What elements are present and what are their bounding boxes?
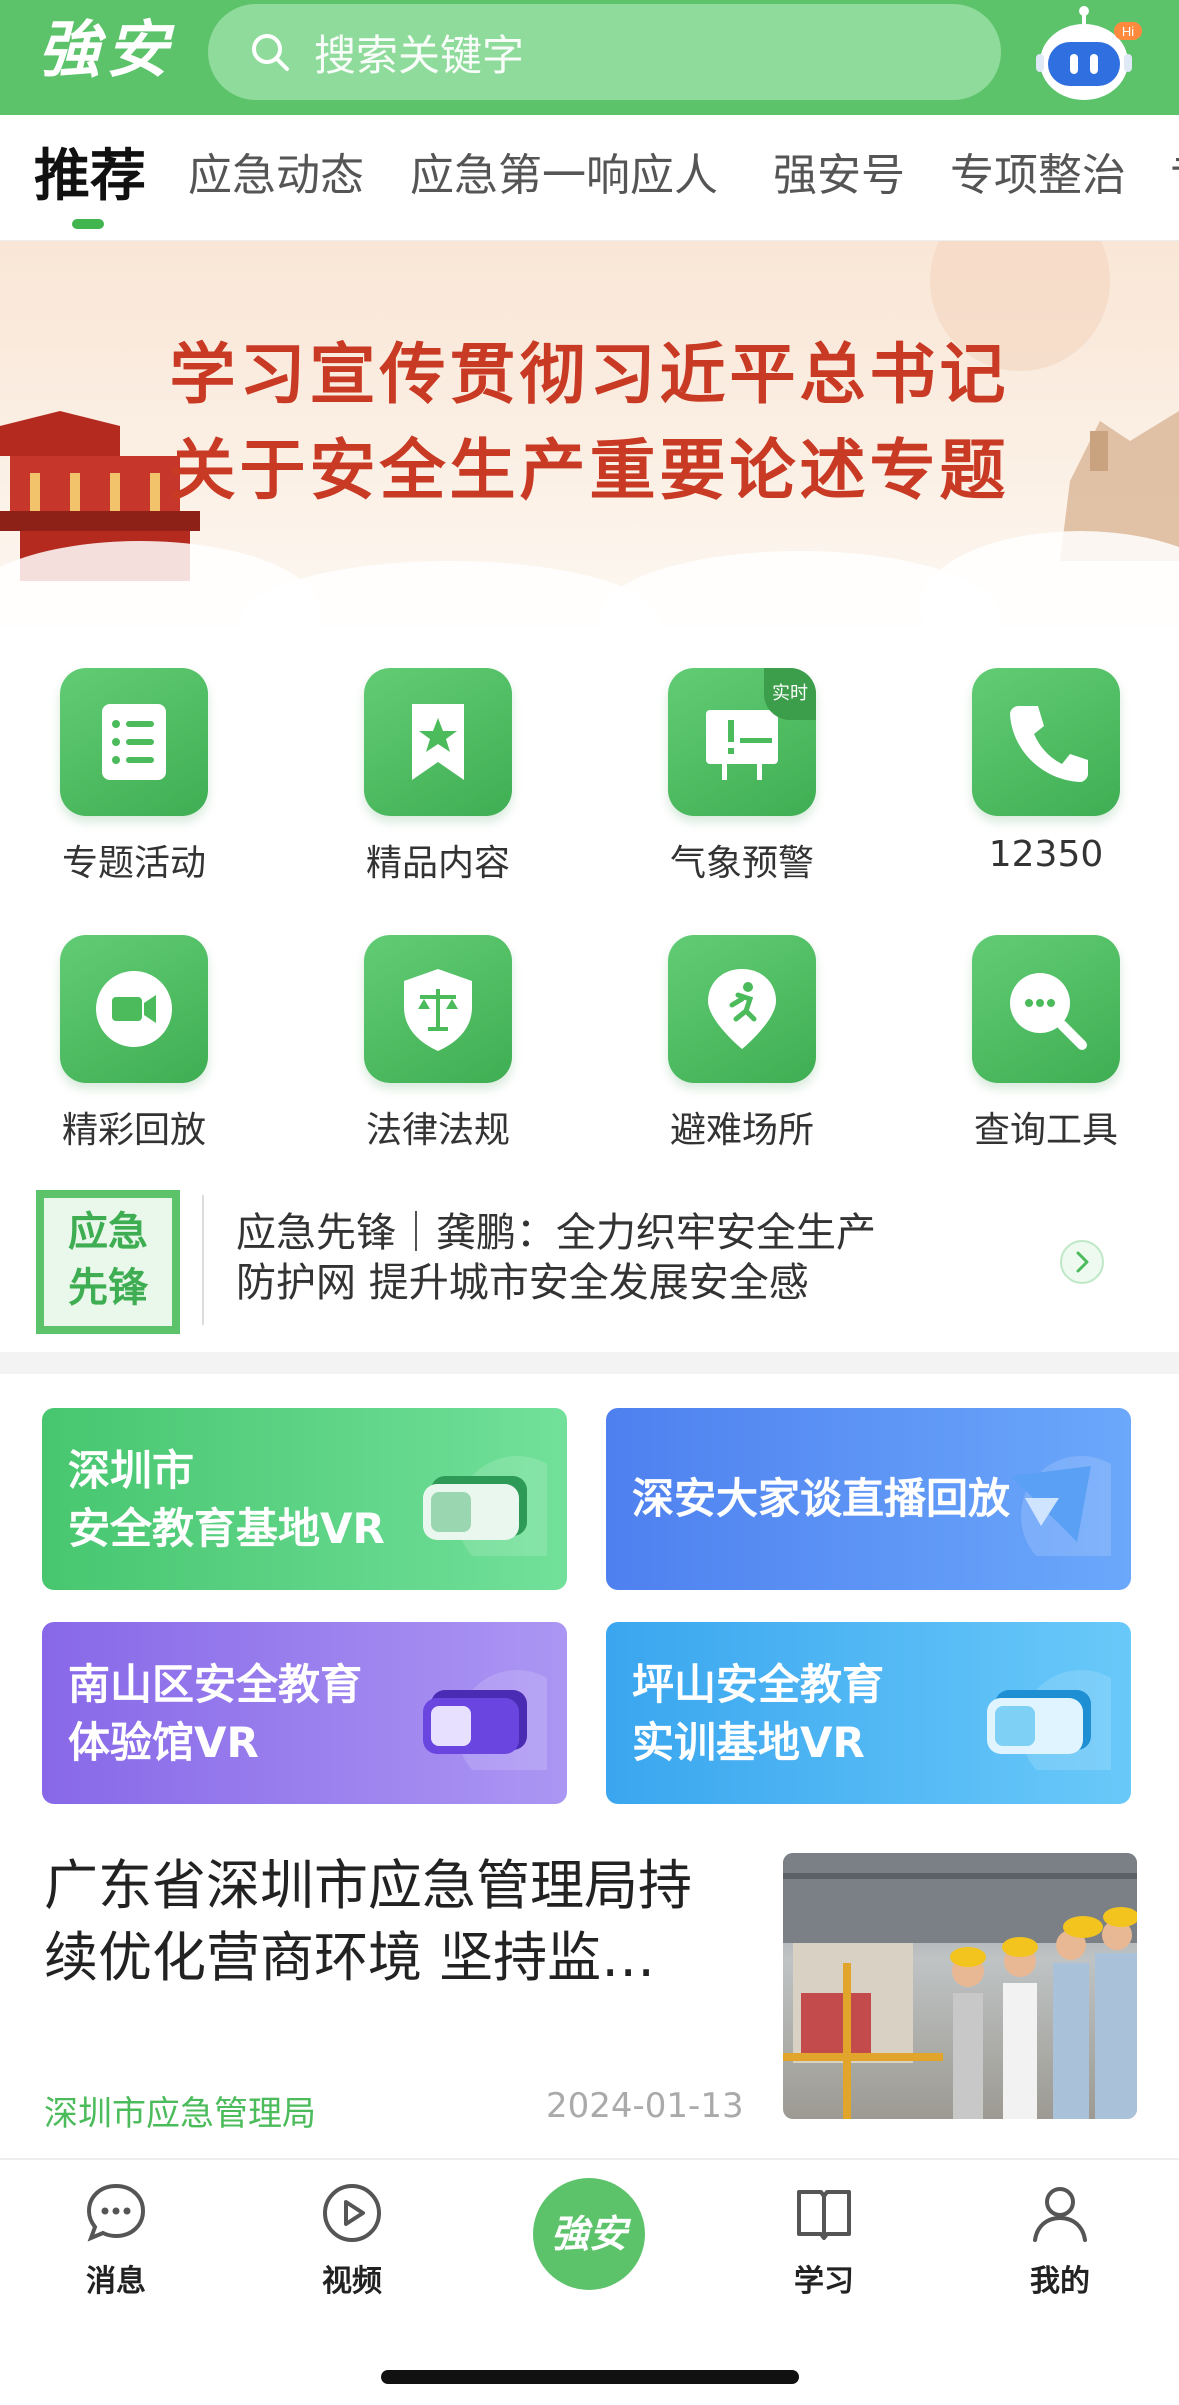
card-line1: 深圳市 — [68, 1446, 195, 1495]
nav-messages[interactable]: 消息 — [36, 2180, 196, 2300]
grid-weather-warning[interactable]: 实时 气象预警 — [638, 668, 818, 888]
robot-badge: Hi — [1122, 24, 1134, 39]
nav-label: 视频 — [322, 2264, 382, 2299]
nav-label: 我的 — [1030, 2264, 1090, 2299]
top-bar: 強安 搜索关键字 Hi — [0, 0, 1179, 115]
nav-label: 学习 — [794, 2264, 854, 2299]
list-doc-icon — [60, 668, 208, 816]
user-icon — [1033, 2187, 1087, 2242]
replay-icon — [1011, 1456, 1111, 1556]
card-line1: 深安大家谈直播回放 — [632, 1474, 1011, 1523]
location-run-icon — [668, 935, 816, 1083]
article-title[interactable]: 广东省深圳市应急管理局持 续优化营商环境 坚持监… — [44, 1850, 760, 1994]
section-separator — [0, 1352, 1179, 1374]
robot-assistant-icon[interactable]: Hi — [1034, 4, 1144, 104]
grid-label: 气象预警 — [669, 843, 814, 884]
home-indicator — [381, 2370, 799, 2384]
grid-shelters[interactable]: 避难场所 — [638, 935, 818, 1155]
video-camera-icon — [60, 935, 208, 1083]
article-title-line1: 广东省深圳市应急管理局持 — [44, 1854, 692, 1917]
card-line2: 体验馆VR — [68, 1718, 259, 1767]
ticker-line1: 应急先锋｜龚鹏：全力织牢安全生产 — [236, 1210, 876, 1256]
card-line2: 安全教育基地VR — [68, 1504, 385, 1553]
article-thumbnail[interactable] — [783, 1853, 1137, 2119]
phone-icon — [972, 668, 1120, 816]
grid-label: 精彩回放 — [61, 1110, 206, 1151]
ticker-divider — [202, 1195, 204, 1325]
app-logo[interactable]: 強安 — [38, 12, 174, 88]
play-circle-icon — [323, 2184, 381, 2242]
shield-scale-icon — [364, 935, 512, 1083]
topic-banner[interactable]: 学习宣传贯彻习近平总书记 关于安全生产重要论述专题 — [0, 241, 1179, 626]
tab-overflow[interactable]: 专 — [1170, 139, 1179, 203]
inspection-photo — [783, 1853, 1137, 2119]
grid-label: 法律法规 — [365, 1110, 510, 1151]
card-line1: 坪山安全教育 — [632, 1660, 885, 1709]
vr-headset-icon — [423, 1456, 547, 1556]
vr-headset-icon — [423, 1670, 547, 1770]
pioneer-badge: 应急 先锋 — [36, 1190, 180, 1334]
vr-headset-icon — [987, 1670, 1111, 1770]
active-tab-indicator — [72, 219, 104, 229]
card-pingshan-vr[interactable]: 坪山安全教育 实训基地VR — [606, 1622, 1131, 1804]
grid-label: 查询工具 — [973, 1110, 1118, 1151]
grid-laws[interactable]: 法律法规 — [334, 935, 514, 1155]
article-source[interactable]: 深圳市应急管理局 — [44, 2086, 316, 2135]
tab-qiangan-account[interactable]: 强安号 — [773, 139, 905, 203]
grid-label: 12350 — [988, 834, 1104, 875]
search-chat-icon — [972, 935, 1120, 1083]
card-livestream-replay[interactable]: 深安大家谈直播回放 — [606, 1408, 1131, 1590]
nav-video[interactable]: 视频 — [272, 2180, 432, 2300]
grid-replay[interactable]: 精彩回放 — [30, 935, 210, 1155]
chevron-right-icon[interactable] — [1058, 1238, 1106, 1286]
card-line1: 南山区安全教育 — [68, 1660, 363, 1709]
search-placeholder: 搜索关键字 — [314, 30, 525, 80]
tab-emergency-news[interactable]: 应急动态 — [188, 139, 364, 203]
grid-special-events[interactable]: 专题活动 — [30, 668, 210, 888]
card-line2: 实训基地VR — [632, 1718, 865, 1767]
chat-bubble-icon — [86, 2183, 146, 2242]
search-bar[interactable]: 搜索关键字 — [208, 4, 1001, 100]
ticker-headline[interactable]: 应急先锋｜龚鹏：全力织牢安全生产 防护网 提升城市安全发展安全感 — [236, 1208, 996, 1308]
article-date: 2024-01-13 — [546, 2086, 744, 2126]
nav-mine[interactable]: 我的 — [980, 2180, 1140, 2300]
banner-title-line1: 学习宣传贯彻习近平总书记 — [169, 335, 1010, 413]
grid-label: 避难场所 — [669, 1110, 814, 1151]
nav-study[interactable]: 学习 — [744, 2180, 904, 2300]
category-tabs: 推荐 应急动态 应急第一响应人 强安号 专项整治 专 — [0, 115, 1179, 241]
banner-title-line2: 关于安全生产重要论述专题 — [169, 431, 1010, 509]
tab-first-responder[interactable]: 应急第一响应人 — [410, 139, 718, 203]
grid-label: 精品内容 — [365, 843, 510, 884]
bottom-navigation: 消息 视频 強安 学习 我的 — [0, 2158, 1179, 2405]
tab-special-rectification[interactable]: 专项整治 — [950, 139, 1126, 203]
nav-label: 消息 — [86, 2264, 146, 2299]
grid-label: 专题活动 — [61, 843, 206, 884]
book-icon — [797, 2190, 851, 2240]
grid-premium-content[interactable]: 精品内容 — [334, 668, 514, 888]
warning-board-icon: 实时 — [668, 668, 816, 816]
tab-recommend[interactable]: 推荐 — [34, 131, 146, 212]
bookmark-star-icon — [364, 668, 512, 816]
pioneer-badge-line2: 先锋 — [68, 1265, 148, 1311]
article-title-line2: 续优化营商环境 坚持监… — [44, 1926, 656, 1989]
nav-home-logo[interactable]: 強安 — [533, 2178, 645, 2290]
pioneer-badge-line1: 应急 — [68, 1209, 148, 1255]
card-nanshan-vr[interactable]: 南山区安全教育 体验馆VR — [42, 1622, 567, 1804]
card-shenzhen-vr[interactable]: 深圳市 安全教育基地VR — [42, 1408, 567, 1590]
grid-hotline-12350[interactable]: 12350 — [942, 668, 1122, 888]
grid-query-tools[interactable]: 查询工具 — [942, 935, 1122, 1155]
ticker-line2: 防护网 提升城市安全发展安全感 — [236, 1260, 809, 1306]
search-icon — [252, 34, 289, 71]
realtime-badge: 实时 — [764, 668, 816, 720]
